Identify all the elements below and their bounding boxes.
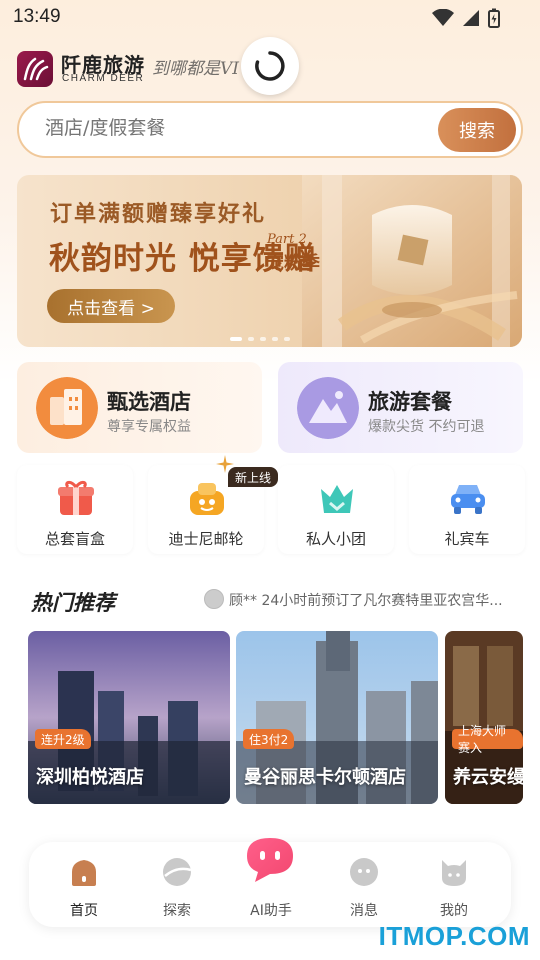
pagination-dot	[272, 337, 278, 341]
ship-icon	[190, 483, 224, 515]
hotel-card[interactable]: 连升2级 深圳柏悦酒店	[28, 631, 230, 804]
featured-hotels-subtitle: 尊享专属权益	[107, 419, 191, 435]
nav-profile[interactable]: 我的	[419, 856, 489, 920]
avatar	[204, 589, 224, 609]
tour-packages-subtitle: 爆款尖货 不约可退	[368, 419, 485, 435]
loading-spinner	[241, 37, 299, 95]
status-time: 13:49	[13, 6, 61, 27]
banner-title: 订单满额赠臻享好礼	[50, 202, 267, 227]
home-icon	[72, 860, 96, 886]
nav-explore-label: 探索	[163, 903, 191, 919]
pagination-dot	[260, 337, 266, 341]
nav-profile-label: 我的	[440, 903, 468, 919]
car-icon	[451, 485, 485, 514]
hotel-name: 深圳柏悦酒店	[36, 767, 144, 788]
tour-packages-card[interactable]: 旅游套餐 爆款尖货 不约可退	[278, 362, 523, 453]
nav-messages[interactable]: 消息	[329, 856, 399, 920]
crown-icon	[321, 485, 353, 513]
nav-home-label: 首页	[70, 903, 98, 919]
hotel-card[interactable]: 上海大师赛入 养云安缦	[445, 631, 523, 804]
chandelier-illustration	[302, 175, 522, 347]
nav-home[interactable]: 首页	[49, 856, 119, 920]
mystery-box-button[interactable]: 总套盲盒	[17, 465, 133, 554]
status-icons	[432, 8, 500, 28]
pagination-dot	[248, 337, 254, 341]
search-bar: 搜索	[17, 101, 523, 158]
promo-banner[interactable]: 订单满额赠臻享好礼 秋韵时光 悦享馈赠 Part 2 宠粉季 点击查看 >	[17, 175, 522, 347]
hotel-name: 养云安缦	[453, 767, 523, 788]
nav-explore[interactable]: 探索	[142, 856, 212, 920]
profile-icon	[442, 860, 466, 886]
hotel-card[interactable]: 住3付2 曼谷丽思卡尔顿酒店	[236, 631, 438, 804]
private-tour-label: 私人小团	[305, 530, 366, 548]
battery-icon	[488, 8, 500, 28]
ai-assistant-icon[interactable]	[241, 834, 299, 886]
brand-logo	[17, 51, 53, 87]
banner-pagination	[230, 337, 290, 341]
section-title: 热门推荐	[31, 591, 115, 615]
hotel-icon	[36, 377, 98, 439]
promo-tag: 住3付2	[243, 729, 295, 749]
banner-subtitle: 宠粉季	[266, 253, 320, 274]
search-input[interactable]	[45, 117, 425, 139]
promo-tag: 上海大师赛入	[452, 724, 523, 755]
hotel-name: 曼谷丽思卡尔顿酒店	[244, 767, 406, 788]
banner-view-button[interactable]: 点击查看 >	[47, 289, 175, 323]
featured-hotels-card[interactable]: 甄选酒店 尊享专属权益	[17, 362, 262, 453]
brand-name-en: CHARM DEER	[62, 73, 145, 84]
planet-icon	[163, 858, 192, 886]
promo-tag: 连升2级	[35, 729, 91, 749]
featured-hotels-title: 甄选酒店	[107, 390, 191, 414]
banner-part-label: Part 2	[267, 232, 307, 247]
pagination-dot	[230, 337, 242, 341]
mystery-box-label: 总套盲盒	[44, 530, 105, 548]
private-tour-button[interactable]: 私人小团	[278, 465, 394, 554]
nav-messages-label: 消息	[350, 903, 378, 919]
signal-icon	[463, 10, 479, 26]
gift-icon	[58, 480, 94, 515]
wifi-icon	[432, 9, 454, 26]
limousine-label: 礼宾车	[444, 530, 490, 548]
nav-ai-label[interactable]: AI助手	[236, 900, 306, 920]
search-button[interactable]: 搜索	[438, 108, 516, 152]
pagination-dot	[284, 337, 290, 341]
disney-cruise-label: 迪士尼邮轮	[168, 530, 244, 548]
brand-slogan: 到哪都是VI	[152, 59, 239, 79]
limousine-button[interactable]: 礼宾车	[409, 465, 525, 554]
message-icon	[350, 858, 378, 886]
watermark: ITMOP.COM	[378, 921, 530, 951]
tour-packages-title: 旅游套餐	[368, 390, 452, 414]
status-bar: 13:49	[0, 0, 540, 36]
booking-ticker: 顾** 24小时前预订了凡尔赛特里亚农宫华...	[229, 593, 503, 609]
mountain-icon	[297, 377, 359, 439]
spinner-icon	[255, 51, 285, 81]
new-badge: 新上线	[228, 467, 278, 487]
